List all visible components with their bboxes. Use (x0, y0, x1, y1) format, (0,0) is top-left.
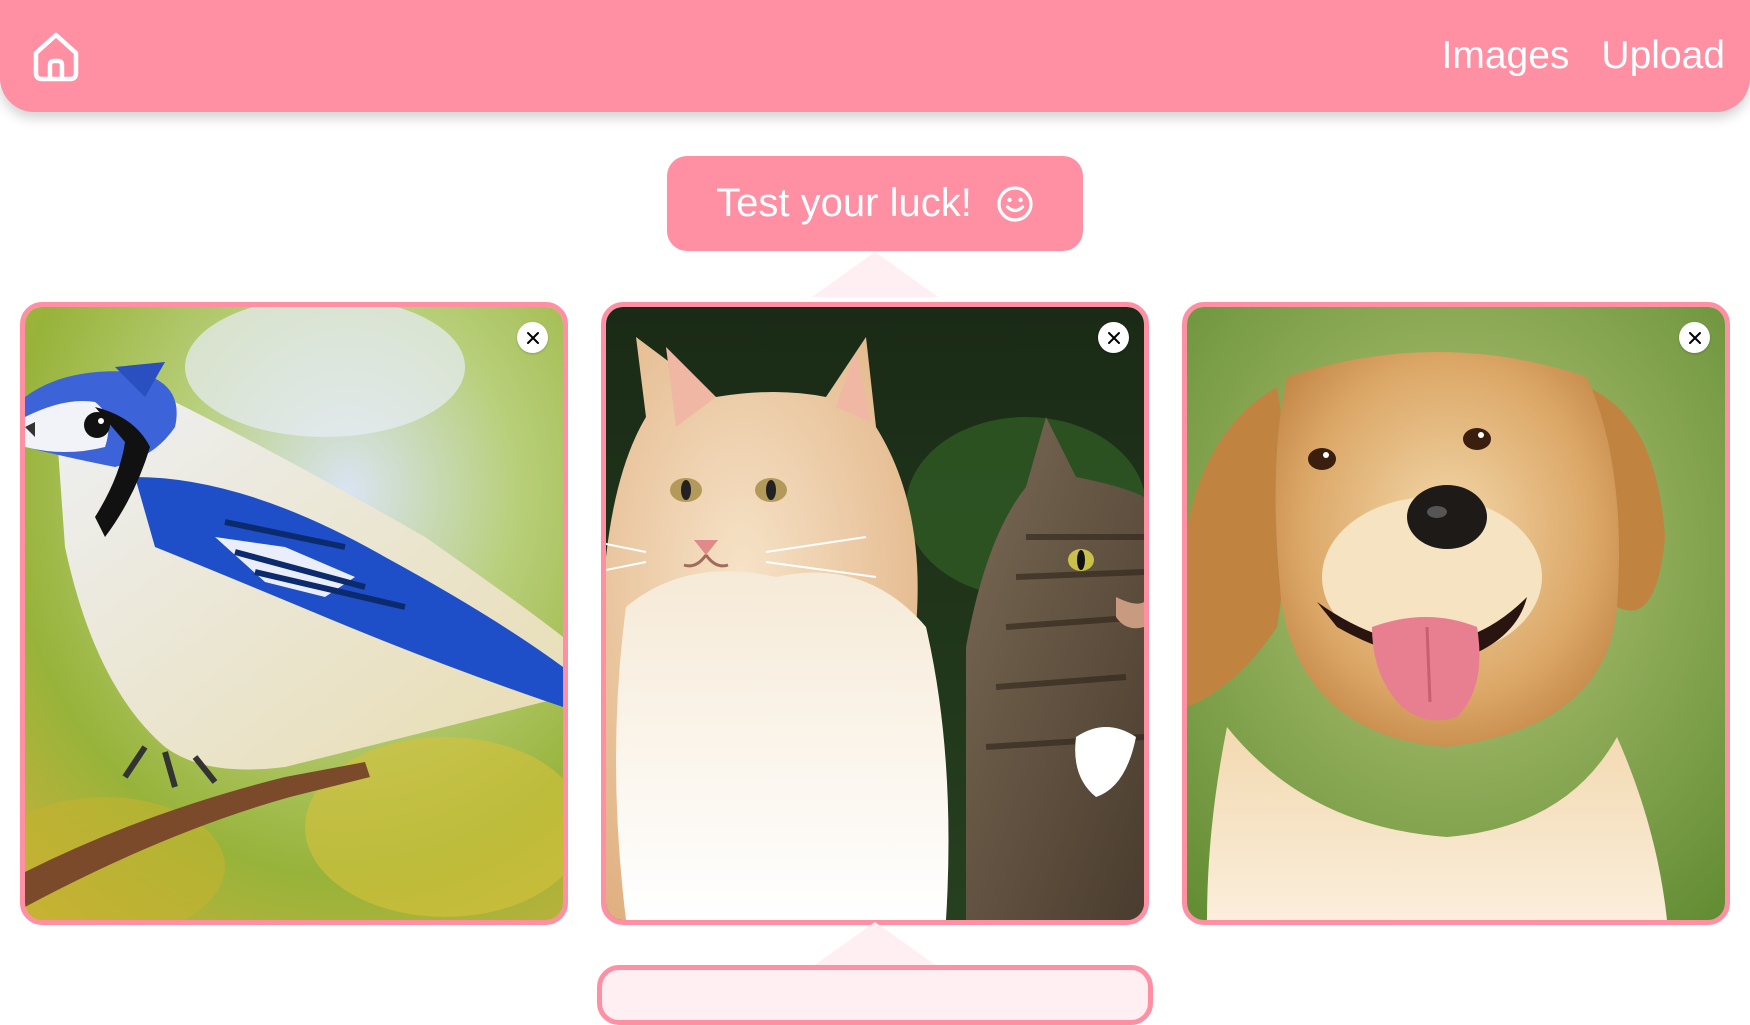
image-card-cats[interactable] (601, 302, 1149, 925)
home-icon (33, 32, 79, 82)
cats-image (606, 307, 1144, 920)
close-button[interactable] (517, 322, 548, 353)
close-icon (526, 331, 539, 344)
image-card-bird[interactable] (20, 302, 568, 925)
home-button[interactable] (28, 28, 84, 84)
dog-image (1187, 307, 1725, 920)
smiley-face-icon (997, 185, 1033, 222)
pointer-triangle-bottom (812, 922, 938, 967)
result-panel (597, 965, 1153, 1025)
pointer-triangle-top (812, 252, 938, 297)
bird-image (25, 307, 563, 920)
nav-link-upload[interactable]: Upload (1601, 30, 1725, 82)
navbar: Images Upload (0, 0, 1750, 112)
image-card-dog[interactable] (1182, 302, 1730, 925)
nav-links: Images Upload (1442, 30, 1726, 82)
close-icon (1688, 331, 1701, 344)
nav-link-images[interactable]: Images (1442, 30, 1570, 82)
close-button[interactable] (1679, 322, 1710, 353)
close-button[interactable] (1098, 322, 1129, 353)
close-icon (1107, 331, 1120, 344)
luck-button-label: Test your luck! (716, 181, 972, 225)
test-your-luck-button[interactable]: Test your luck! (667, 156, 1083, 251)
